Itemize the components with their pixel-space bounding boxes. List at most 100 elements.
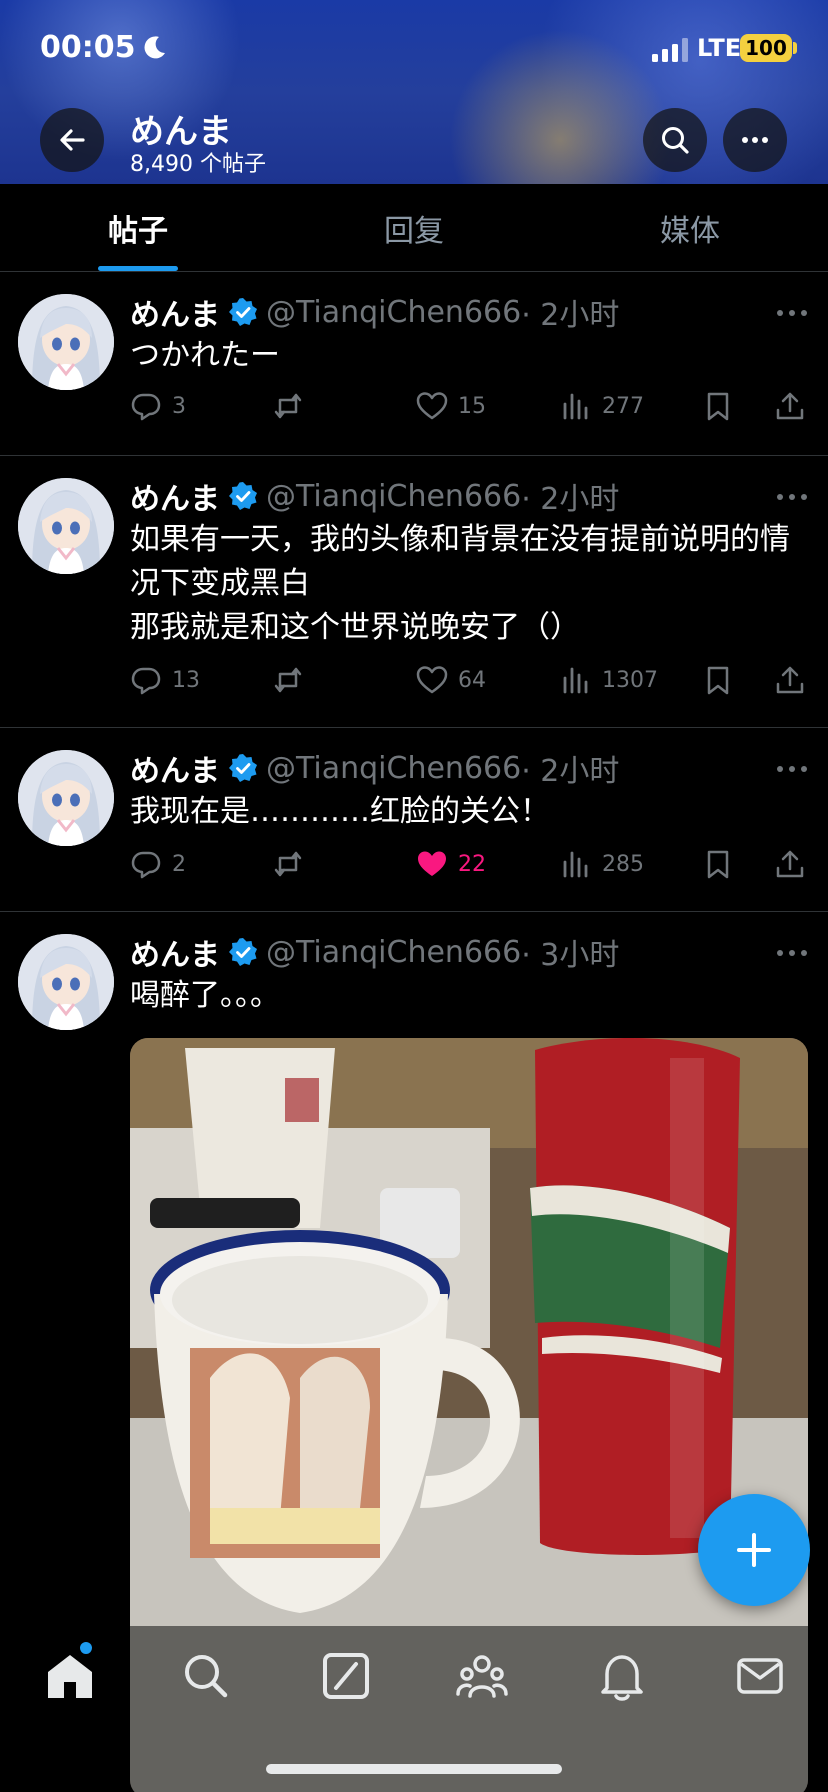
tab-posts[interactable]: 帖子 (0, 184, 276, 271)
bookmark-icon (702, 848, 734, 880)
repost-button[interactable] (272, 664, 314, 696)
post-time: · 2小时 (521, 298, 620, 333)
bookmark-button[interactable] (702, 664, 744, 696)
like-count: 22 (458, 851, 486, 877)
repost-icon (272, 664, 304, 696)
reply-button[interactable]: 3 (130, 390, 186, 422)
arrow-left-icon (60, 129, 85, 151)
author-handle[interactable]: @TianqiChen666 (266, 935, 521, 970)
verified-badge-icon (228, 937, 258, 967)
author-handle[interactable]: @TianqiChen666 (266, 751, 521, 786)
heart-filled-icon (416, 848, 448, 880)
bookmark-button[interactable] (702, 390, 744, 422)
share-icon (774, 390, 806, 422)
post-actions: 3 15 277 (130, 390, 820, 430)
bookmark-icon (702, 390, 734, 422)
post-more-icon[interactable] (776, 492, 808, 502)
bookmark-icon (702, 664, 734, 696)
share-icon (774, 664, 806, 696)
tab-media[interactable]: 媒体 (552, 184, 828, 271)
bell-icon[interactable] (596, 1650, 648, 1702)
reply-button[interactable]: 2 (130, 848, 186, 880)
post-more-icon[interactable] (776, 764, 808, 774)
author-name[interactable]: めんま (130, 474, 220, 518)
bar-chart-icon (560, 390, 592, 422)
post-header: めんま @TianqiChen666 · 2小时 (130, 746, 619, 790)
author-handle[interactable]: @TianqiChen666 (266, 295, 521, 330)
repost-button[interactable] (272, 848, 314, 880)
verified-badge-icon (228, 753, 258, 783)
reply-count: 2 (172, 851, 186, 877)
repost-button[interactable] (272, 390, 314, 422)
like-count: 64 (458, 667, 486, 693)
post-time: · 2小时 (521, 754, 620, 789)
back-button[interactable] (40, 108, 104, 172)
ellipsis-icon (742, 137, 768, 143)
post-text: 如果有一天，我的头像和背景在没有提前说明的情况下变成黑白 那我就是和这个世界说晚… (130, 522, 790, 645)
home-indicator (266, 1764, 562, 1774)
avatar[interactable] (18, 294, 114, 390)
view-count: 285 (602, 851, 644, 877)
post-text: つかれたー (130, 338, 280, 373)
views-button[interactable]: 1307 (560, 664, 658, 696)
avatar[interactable] (18, 478, 114, 574)
share-button[interactable] (774, 664, 816, 696)
heart-icon (416, 390, 448, 422)
grok-icon[interactable] (320, 1650, 372, 1702)
more-options-button[interactable] (723, 108, 787, 172)
avatar[interactable] (18, 750, 114, 846)
share-button[interactable] (774, 848, 816, 880)
post-count: 8,490 个帖子 (130, 152, 266, 177)
author-name[interactable]: めんま (130, 290, 220, 334)
post-header: めんま @TianqiChen666 · 2小时 (130, 290, 619, 334)
home-notification-dot (80, 1642, 92, 1654)
avatar[interactable] (18, 934, 114, 1030)
author-handle[interactable]: @TianqiChen666 (266, 479, 521, 514)
tab-label: 帖子 (108, 213, 168, 249)
speech-bubble-icon (130, 664, 162, 696)
compose-button[interactable] (698, 1494, 810, 1606)
verified-badge-icon (228, 297, 258, 327)
bookmark-button[interactable] (702, 848, 744, 880)
active-tab-indicator (98, 266, 178, 271)
post-time: · 3小时 (521, 938, 620, 973)
signal-icon (652, 38, 688, 62)
repost-icon (272, 848, 304, 880)
profile-tabs: 帖子 回复 媒体 (0, 184, 828, 272)
views-button[interactable]: 277 (560, 390, 644, 422)
search-icon[interactable] (180, 1650, 232, 1702)
tab-replies[interactable]: 回复 (276, 184, 552, 271)
views-button[interactable]: 285 (560, 848, 644, 880)
post[interactable]: めんま @TianqiChen666 · 2小时 如果有一天，我的头像和背景在没… (0, 456, 828, 728)
post[interactable]: めんま @TianqiChen666 · 2小时 つかれたー 3 15 277 (0, 272, 828, 456)
post-text: 我现在是…………红脸的关公！ (130, 794, 550, 829)
bar-chart-icon (560, 664, 592, 696)
communities-icon[interactable] (456, 1650, 508, 1702)
like-button[interactable]: 64 (416, 664, 486, 696)
post[interactable]: めんま @TianqiChen666 · 2小时 我现在是…………红脸的关公！ … (0, 728, 828, 912)
reply-button[interactable]: 13 (130, 664, 200, 696)
post-text: 喝醉了。。。 (130, 978, 280, 1013)
status-bar: 00:05 LTE 100 (0, 0, 828, 100)
battery-icon: 100 (740, 34, 792, 62)
share-icon (774, 848, 806, 880)
share-button[interactable] (774, 390, 816, 422)
reply-count: 13 (172, 667, 200, 693)
repost-icon (272, 390, 304, 422)
search-button[interactable] (643, 108, 707, 172)
post-more-icon[interactable] (776, 948, 808, 958)
post-actions: 13 64 1307 (130, 664, 820, 704)
tab-label: 回复 (384, 213, 444, 249)
post-time: · 2小时 (521, 482, 620, 517)
mail-icon[interactable] (734, 1650, 786, 1702)
like-button[interactable]: 22 (416, 848, 486, 880)
status-time: 00:05 (40, 30, 136, 65)
like-button[interactable]: 15 (416, 390, 486, 422)
post-header: めんま @TianqiChen666 · 2小时 (130, 474, 619, 518)
heart-icon (416, 664, 448, 696)
post-more-icon[interactable] (776, 308, 808, 318)
bar-chart-icon (560, 848, 592, 880)
home-icon[interactable] (44, 1650, 96, 1702)
author-name[interactable]: めんま (130, 930, 220, 974)
author-name[interactable]: めんま (130, 746, 220, 790)
